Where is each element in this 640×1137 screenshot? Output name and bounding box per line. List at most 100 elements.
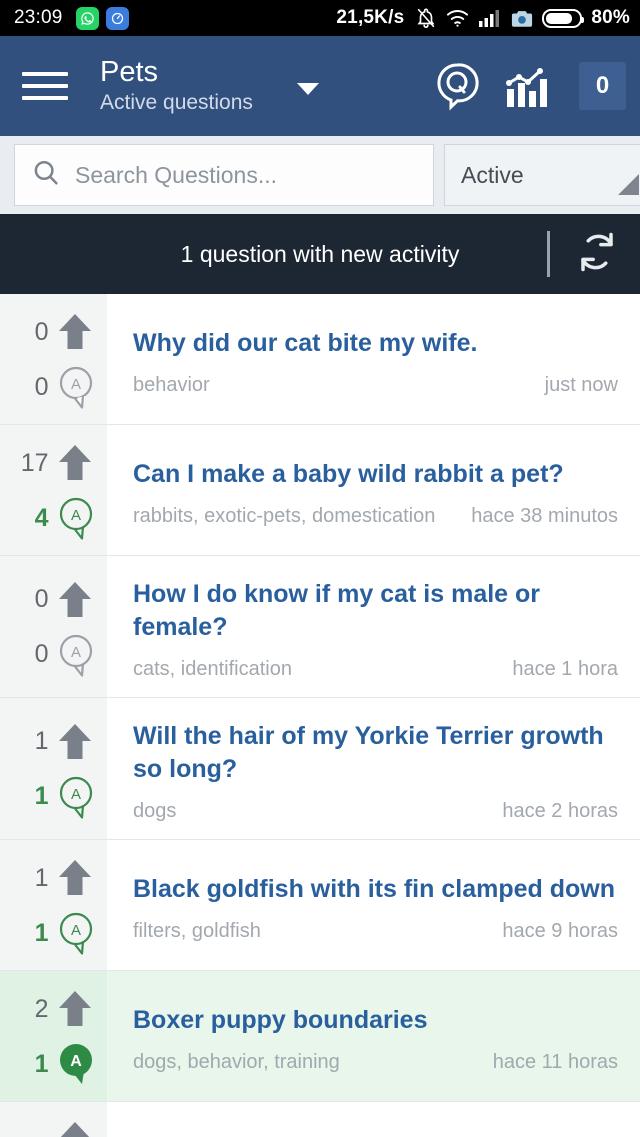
question-title[interactable]: Black goldfish with its fin clamped down	[133, 873, 618, 906]
svg-text:A: A	[70, 1053, 82, 1070]
question-row[interactable]: 1 1 A Will the hair of my Yorkie Terrier…	[0, 698, 640, 840]
question-meta: dogs hace 2 horas	[133, 800, 618, 823]
question-time: hace 2 horas	[502, 800, 618, 822]
vote-stat: 1	[15, 858, 93, 898]
answer-bubble-icon: A	[57, 774, 97, 820]
question-meta: filters, goldfish hace 9 horas	[133, 920, 618, 943]
vote-stat: 0	[15, 580, 93, 620]
hamburger-bar	[22, 72, 68, 76]
question-body: Can I make a baby wild rabbit a pet? rab…	[107, 425, 640, 555]
answer-bubble-icon: A	[57, 364, 97, 410]
activity-actions	[547, 231, 618, 278]
status-notification-icons	[75, 6, 129, 30]
question-body: Why did our cat bite my wife. behavior j…	[107, 294, 640, 424]
svg-text:A: A	[70, 507, 80, 524]
question-row[interactable]: 2 1 A Boxer puppy boundaries dogs, behav…	[0, 971, 640, 1102]
upvote-arrow-icon	[57, 722, 93, 762]
question-title[interactable]: How I do know if my cat is male or femal…	[133, 578, 618, 644]
status-system-icons: 21,5K/s 80%	[336, 7, 630, 29]
status-bar: 23:09 21,5K/s 80%	[0, 0, 640, 36]
vote-count: 1	[34, 863, 49, 892]
battery-percent-label: 80%	[591, 7, 630, 28]
question-row[interactable]: 17 4 A Can I make a baby wild rabbit a p…	[0, 425, 640, 556]
question-tags[interactable]: rabbits, exotic-pets, domestication	[133, 505, 435, 528]
question-title[interactable]: Boxer puppy boundaries	[133, 1004, 618, 1037]
vote-stat: 2	[15, 989, 93, 1029]
question-meta: rabbits, exotic-pets, domestication hace…	[133, 505, 618, 528]
answer-bubble-icon: A	[57, 495, 97, 541]
vote-count: 1	[34, 727, 49, 755]
inbox-count-badge[interactable]: 0	[579, 62, 626, 110]
search-toolbar: Search Questions... Active	[0, 136, 640, 214]
answer-stat: 0 A	[15, 364, 93, 410]
question-title[interactable]: Why did our cat bite my wife.	[133, 327, 618, 360]
search-placeholder: Search Questions...	[75, 161, 277, 188]
question-row[interactable]: 1 1 A Black goldfish with its fin clampe…	[0, 840, 640, 971]
question-stats	[0, 1102, 107, 1137]
answer-count: 0	[34, 372, 49, 401]
filter-select-active[interactable]: Active	[444, 144, 640, 206]
question-stats: 0 0 A	[0, 556, 107, 697]
vote-count: 0	[34, 317, 49, 346]
network-speed-label: 21,5K/s	[336, 7, 405, 28]
divider	[547, 231, 550, 277]
site-title-block[interactable]: Pets Active questions	[100, 55, 253, 117]
app-header: Pets Active questions 0	[0, 36, 640, 136]
question-title[interactable]: Will the hair of my Yorkie Terrier growt…	[133, 720, 618, 786]
vote-stat: 17	[15, 443, 93, 483]
camera-icon	[511, 9, 533, 28]
question-body	[107, 1102, 640, 1137]
question-time: just now	[544, 374, 618, 396]
page-subtitle: Active questions	[100, 91, 253, 114]
question-tags[interactable]: filters, goldfish	[133, 920, 261, 943]
question-row[interactable]: 0 0 A Why did our cat bite my wife. beha…	[0, 294, 640, 425]
hamburger-bar	[22, 96, 68, 100]
answer-stat: 1 A	[15, 774, 93, 820]
question-stats: 1 1 A	[0, 840, 107, 970]
filter-select-label: Active	[461, 161, 524, 188]
upvote-arrow-icon	[57, 989, 93, 1029]
new-activity-label: 1 question with new activity	[180, 240, 460, 267]
question-stats: 17 4 A	[0, 425, 107, 555]
answer-count: 0	[34, 640, 49, 668]
upvote-arrow-icon	[57, 443, 93, 483]
question-body: Boxer puppy boundaries dogs, behavior, t…	[107, 971, 640, 1101]
search-input[interactable]: Search Questions...	[14, 144, 434, 206]
question-title[interactable]: Can I make a baby wild rabbit a pet?	[133, 458, 618, 491]
question-tags[interactable]: cats, identification	[133, 658, 292, 681]
svg-text:A: A	[70, 644, 80, 661]
signal-bars-icon	[478, 8, 502, 28]
hamburger-icon[interactable]	[22, 69, 68, 103]
question-list: 0 0 A Why did our cat bite my wife. beha…	[0, 294, 640, 1137]
question-time: hace 1 hora	[512, 658, 618, 680]
question-row[interactable]: 0 0 A How I do know if my cat is male or…	[0, 556, 640, 698]
bar-chart-icon[interactable]	[505, 63, 553, 109]
answer-stat: 1 A	[15, 910, 93, 956]
new-activity-bar[interactable]: 1 question with new activity	[0, 214, 640, 294]
question-bubble-icon[interactable]	[435, 61, 479, 111]
question-tags[interactable]: dogs	[133, 800, 176, 823]
chevron-down-icon[interactable]	[296, 83, 319, 95]
whatsapp-icon	[75, 6, 99, 30]
upvote-arrow-icon	[57, 1120, 93, 1137]
question-meta: behavior just now	[133, 374, 618, 397]
refresh-icon[interactable]	[576, 231, 618, 278]
battery-icon	[542, 8, 585, 28]
answer-count: 1	[34, 782, 49, 810]
question-row-partial[interactable]	[0, 1102, 640, 1137]
appbar-actions: 0	[435, 61, 626, 111]
battery-fill	[546, 12, 572, 24]
question-time: hace 9 horas	[502, 920, 618, 942]
question-time: hace 38 minutos	[471, 505, 618, 527]
search-icon	[31, 158, 61, 193]
answer-stat: 0 A	[15, 632, 93, 678]
vote-count: 0	[34, 585, 49, 613]
question-stats: 0 0 A	[0, 294, 107, 424]
vote-count: 17	[20, 448, 49, 477]
hamburger-bar	[22, 84, 68, 88]
answer-count: 1	[34, 1049, 49, 1078]
svg-text:A: A	[70, 922, 80, 939]
svg-text:A: A	[70, 376, 80, 393]
question-tags[interactable]: behavior	[133, 374, 210, 397]
question-tags[interactable]: dogs, behavior, training	[133, 1051, 340, 1074]
